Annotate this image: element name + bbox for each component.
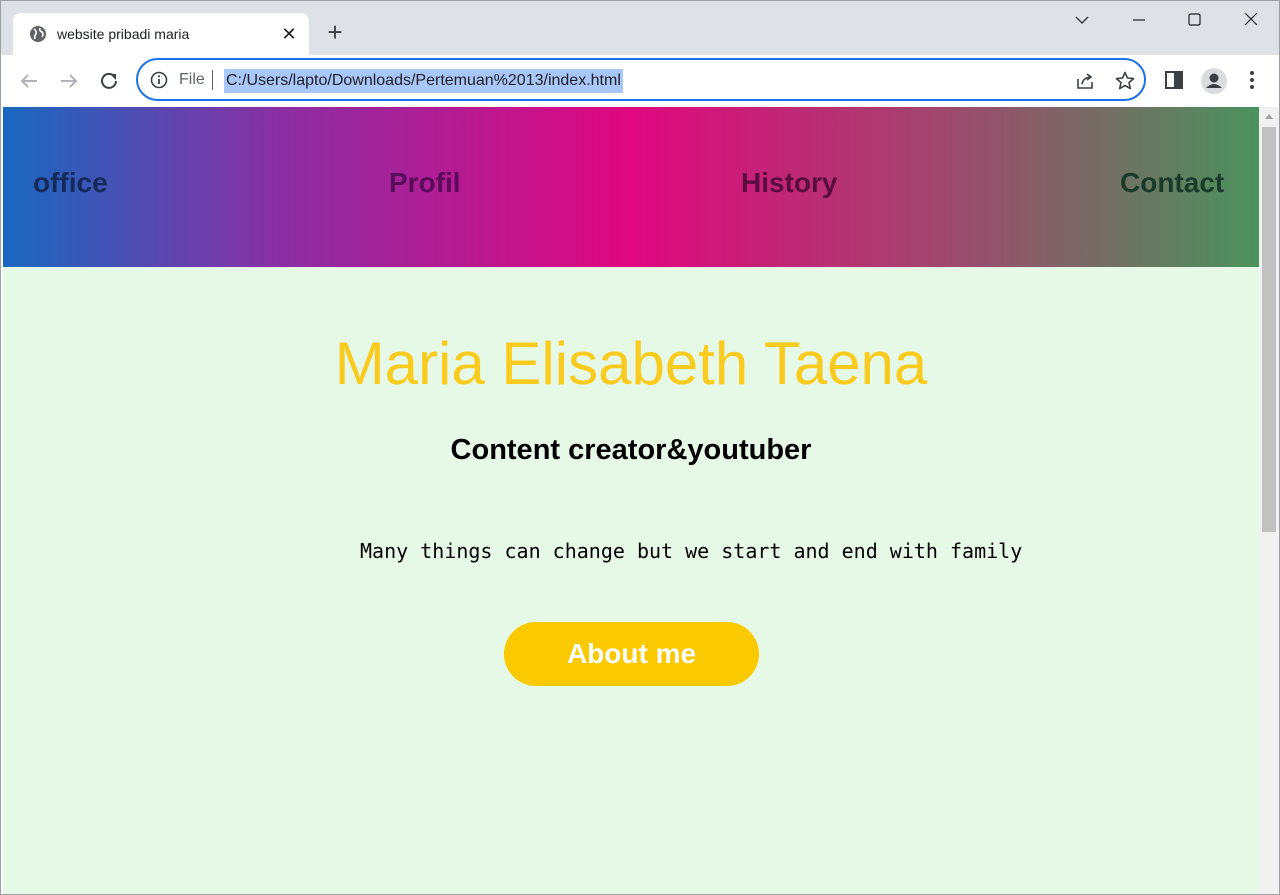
tab-close-icon[interactable]: ✕: [279, 24, 299, 44]
scroll-thumb[interactable]: [1262, 127, 1276, 532]
tab-search-icon[interactable]: [1069, 7, 1095, 33]
maximize-icon[interactable]: [1173, 7, 1217, 33]
nav-link-profil[interactable]: Profil: [389, 167, 461, 199]
hero-subtitle: Content creator&youtuber: [450, 434, 812, 466]
profile-avatar-icon[interactable]: [1200, 67, 1228, 95]
hero-name-text: Maria Elisabeth Taena: [334, 330, 928, 397]
page-viewport: office Profil History Contact Maria Elis…: [3, 107, 1259, 894]
about-me-button[interactable]: About me: [504, 622, 759, 686]
browser-window: website pribadi maria ✕ + File C:/Users/…: [0, 0, 1280, 895]
site-navbar: office Profil History Contact: [3, 107, 1259, 267]
back-icon[interactable]: [15, 67, 43, 95]
scheme-label: File: [179, 71, 205, 88]
toolbar: File C:/Users/lapto/Downloads/Pertemuan%…: [1, 55, 1279, 107]
scroll-up-icon[interactable]: [1263, 111, 1275, 121]
url-text[interactable]: C:/Users/lapto/Downloads/Pertemuan%2013/…: [224, 69, 623, 93]
minimize-icon[interactable]: [1117, 7, 1161, 33]
new-tab-icon[interactable]: +: [321, 19, 349, 47]
tab-strip: website pribadi maria ✕ +: [1, 1, 1279, 55]
nav-link-history[interactable]: History: [741, 167, 837, 199]
reload-icon[interactable]: [95, 67, 123, 95]
side-panel-icon[interactable]: [1163, 69, 1185, 91]
scrollbar[interactable]: [1259, 107, 1279, 894]
globe-icon: [30, 26, 46, 42]
info-icon[interactable]: [150, 71, 168, 89]
bookmark-star-icon[interactable]: [1114, 70, 1136, 92]
window-close-icon[interactable]: [1229, 7, 1273, 33]
tab-active[interactable]: website pribadi maria ✕: [13, 13, 309, 55]
divider: [212, 70, 213, 90]
hero-quote: Many things can change but we start and …: [360, 539, 1023, 563]
tab-title: website pribadi maria: [57, 26, 190, 42]
address-bar[interactable]: File C:/Users/lapto/Downloads/Pertemuan%…: [136, 58, 1146, 101]
kebab-menu-icon[interactable]: [1241, 69, 1263, 91]
share-icon[interactable]: [1074, 70, 1096, 92]
forward-icon[interactable]: [55, 67, 83, 95]
hero-name: Maria Elisabeth Taena: [3, 331, 1259, 397]
nav-link-office[interactable]: office: [33, 167, 108, 199]
nav-link-contact[interactable]: Contact: [1120, 167, 1224, 199]
